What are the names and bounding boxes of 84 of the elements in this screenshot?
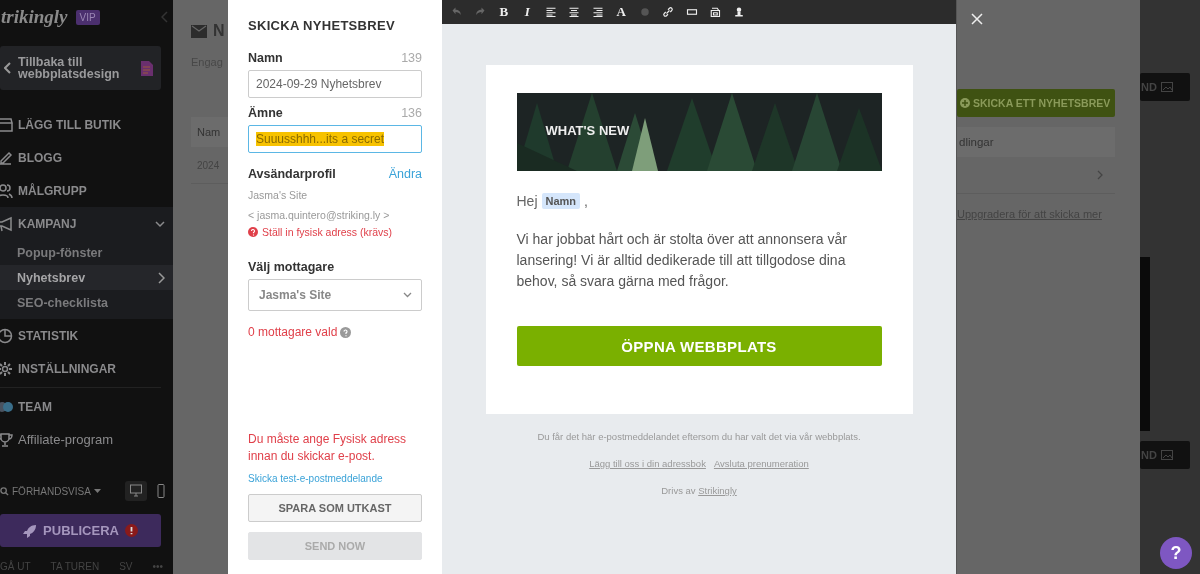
people-icon [0,182,13,199]
megaphone-icon [0,215,13,232]
nav-item[interactable]: LÄGG TILL BUTIK [0,108,173,141]
envelope-icon [191,24,207,38]
banner-title: WHAT'S NEW [545,123,630,138]
chevron-left-icon [4,62,12,74]
settings-icon [0,360,13,377]
text-field[interactable]: Suuusshhh...its a secret [248,125,422,153]
search-icon [0,486,9,496]
recipient-count: 0 mottagare vald [248,325,338,339]
nav-item[interactable]: Affiliate-program [0,423,173,456]
italic-button[interactable]: I [515,0,539,24]
char-counter: 139 [401,51,422,65]
chevron-icon [155,219,165,228]
save-draft-button[interactable]: SPARA SOM UTKAST [248,494,422,522]
person-icon[interactable] [732,6,745,18]
bold-button[interactable]: B [492,0,516,24]
email-body: Vi har jobbat hårt och är stolta över att annonsera vår lansering! Vi är alltid dedikerade till att tillgodose dina behov, så svara gärna med frågor. [516,230,848,291]
field-label: Välj mottagare [248,260,335,274]
test-email-link[interactable]: Skicka test-e-postmeddelande [248,473,422,484]
sub-nav-item[interactable]: SEO-checklista [0,290,173,315]
page-icon [141,60,153,76]
chevron-right-icon [157,271,165,284]
nav-item[interactable]: MÅLGRUPP [0,174,173,207]
mobile-icon[interactable] [155,484,167,498]
edit-link[interactable]: Ändra [388,167,422,181]
warning-icon [124,524,138,537]
plus-icon [960,98,970,108]
align-right-icon[interactable] [591,6,604,18]
greeting-text: Hej [516,193,538,209]
brand-link[interactable]: Strikingly [698,485,737,496]
warning-message: Du måste ange Fysisk adress innan du skickar e-post. [248,431,408,465]
error-message[interactable]: Ställ in fysisk adress (krävs) [262,226,393,238]
font-button[interactable]: A [609,0,633,24]
align-center-icon[interactable] [568,6,581,18]
rocket-icon [23,523,38,538]
button-icon[interactable] [685,6,698,18]
preview-menu[interactable]: FÖRHANDSVISA [0,485,101,497]
logo[interactable]: trikingly [1,6,68,28]
char-counter: 136 [401,106,422,120]
help-icon [248,227,258,237]
powered-by-text: Drivs av [661,485,697,496]
trophy-icon [0,431,13,448]
sub-nav-item[interactable]: Nyhetsbrev [0,265,173,290]
pen-icon [0,149,13,166]
table-header: Nam [191,117,228,147]
publish-button[interactable]: PUBLICERA [0,514,161,547]
store-icon [0,116,13,133]
desktop-button[interactable] [125,481,147,501]
align-left-icon[interactable] [544,6,557,18]
link-icon[interactable] [662,6,675,18]
footer-link[interactable]: Avsluta prenumeration [713,458,809,469]
pie-chart-icon [0,327,13,344]
image-icon [1160,450,1173,460]
sender-email: < jasma.quintero@striking.ly > [248,209,391,221]
color-dot-icon[interactable] [638,6,651,18]
greeting-punctuation: , [584,193,588,209]
footer-notice: Du får det här e-postmeddelandet eftersom du har valt det via vår webbplats. [537,431,861,442]
sub-nav-item[interactable]: Popup-fönster [0,240,173,265]
back-button[interactable]: Tillbaka till webbplatsdesign [0,46,161,90]
chevron-down-icon [403,292,412,298]
open-website-button[interactable]: ÖPPNA WEBBPLATS [516,326,882,366]
recipient-dropdown[interactable]: Jasma's Site [248,279,422,311]
send-newsletter-button[interactable]: SKICKA ETT NYHETSBREV [957,89,1115,117]
help-icon[interactable] [340,326,352,338]
vip-badge: VIP [75,9,100,25]
close-icon[interactable] [971,13,983,25]
field-label: Avsändarprofil [248,167,336,181]
image-icon[interactable] [709,6,722,18]
nav-item[interactable]: BLOGG [0,141,173,174]
nav-item[interactable]: KAMPANJ [0,207,173,240]
merge-tag[interactable]: Namn [541,193,581,209]
image-icon [1160,82,1173,92]
field-label: Ämne [248,106,283,120]
field-label: Namn [248,51,283,65]
sender-name: Jasma's Site [248,189,309,201]
nav-item[interactable]: INSTÄLLNINGAR [0,352,173,385]
back-label: Tillbaka till webbplatsdesign [18,56,121,80]
text-field[interactable]: 2024-09-29 Nyhetsbrev [248,70,422,98]
nav-item[interactable]: STATISTIK [0,319,173,352]
monitor-icon [130,484,142,498]
caret-icon [93,489,101,493]
panel-title: SKICKA NYHETSBREV [248,18,396,33]
nav-item[interactable]: TEAM [0,390,173,423]
